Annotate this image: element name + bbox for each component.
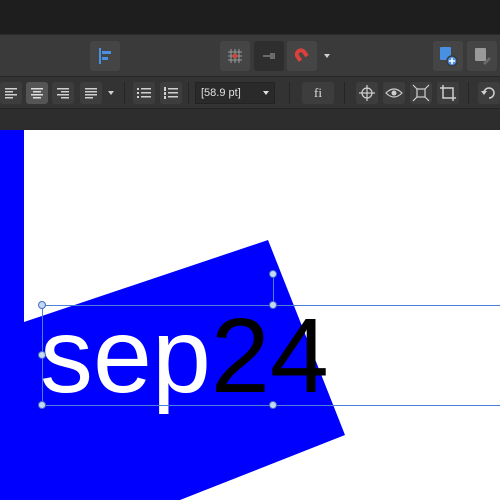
rotate-icon bbox=[481, 87, 495, 99]
chevron-down-icon bbox=[108, 91, 114, 95]
snapping-options-dropdown[interactable] bbox=[320, 41, 334, 71]
snap-line-icon bbox=[263, 53, 275, 59]
align-text-center-button[interactable] bbox=[26, 82, 48, 104]
snapping-grid-button[interactable] bbox=[220, 41, 250, 71]
status-strip bbox=[0, 108, 500, 130]
add-shape-icon bbox=[440, 47, 458, 67]
eye-icon bbox=[385, 88, 403, 98]
snap-to-object-button[interactable] bbox=[254, 41, 284, 71]
align-text-right-button[interactable] bbox=[52, 82, 74, 104]
numbered-list-button[interactable] bbox=[160, 82, 182, 104]
insert-shape-button[interactable] bbox=[433, 41, 463, 71]
chevron-down-icon bbox=[324, 54, 330, 58]
align-left-icon bbox=[99, 48, 111, 64]
align-left-button[interactable] bbox=[90, 41, 120, 71]
crop-button[interactable] bbox=[437, 82, 459, 104]
text-justify-icon bbox=[85, 88, 97, 99]
rotation-handle[interactable] bbox=[269, 270, 277, 278]
visibility-button[interactable] bbox=[383, 82, 405, 104]
edit-shape-icon bbox=[475, 48, 491, 65]
text-align-center-icon bbox=[31, 88, 43, 99]
text-white-part: sep bbox=[40, 297, 211, 415]
title-bar bbox=[0, 0, 500, 34]
context-toolbar: [58.9 pt] fi bbox=[0, 76, 500, 108]
bullet-list-icon bbox=[137, 88, 151, 98]
transform-origin-button[interactable] bbox=[356, 82, 378, 104]
document-canvas[interactable]: sep24 bbox=[0, 130, 500, 500]
magnet-icon bbox=[294, 48, 309, 62]
snapping-magnet-button[interactable] bbox=[287, 41, 317, 71]
fit-selection-button[interactable] bbox=[410, 82, 432, 104]
text-align-right-icon bbox=[57, 88, 69, 99]
font-size-value: [58.9 pt] bbox=[201, 87, 241, 99]
numbered-list-icon bbox=[164, 87, 178, 99]
divider bbox=[289, 82, 290, 104]
text-frame[interactable]: sep24 bbox=[40, 303, 500, 409]
divider bbox=[124, 82, 125, 104]
text-align-left-icon bbox=[5, 88, 17, 99]
justify-text-button[interactable] bbox=[80, 82, 102, 104]
align-text-left-button[interactable] bbox=[0, 82, 22, 104]
resize-handle-top-left[interactable] bbox=[38, 301, 46, 309]
edit-shape-button[interactable] bbox=[467, 41, 497, 71]
rotate-button[interactable] bbox=[478, 82, 500, 104]
font-size-dropdown[interactable] bbox=[259, 86, 273, 100]
resize-handle-bottom-left[interactable] bbox=[38, 401, 46, 409]
alignment-dropdown[interactable] bbox=[104, 82, 118, 104]
divider bbox=[188, 82, 189, 104]
chevron-down-icon bbox=[263, 91, 269, 95]
divider bbox=[344, 82, 345, 104]
crosshair-icon bbox=[359, 85, 375, 101]
grid-icon bbox=[228, 49, 242, 63]
text-black-part: 24 bbox=[210, 297, 329, 415]
bullet-list-button[interactable] bbox=[133, 82, 155, 104]
ligatures-button[interactable]: fi bbox=[302, 82, 334, 104]
resize-handle-top-middle[interactable] bbox=[269, 301, 277, 309]
crop-icon bbox=[440, 85, 456, 101]
resize-handle-bottom-middle[interactable] bbox=[269, 401, 277, 409]
resize-handle-middle-left[interactable] bbox=[38, 351, 46, 359]
fit-arrows-icon bbox=[412, 84, 430, 102]
main-toolbar bbox=[0, 34, 500, 76]
divider bbox=[468, 82, 469, 104]
